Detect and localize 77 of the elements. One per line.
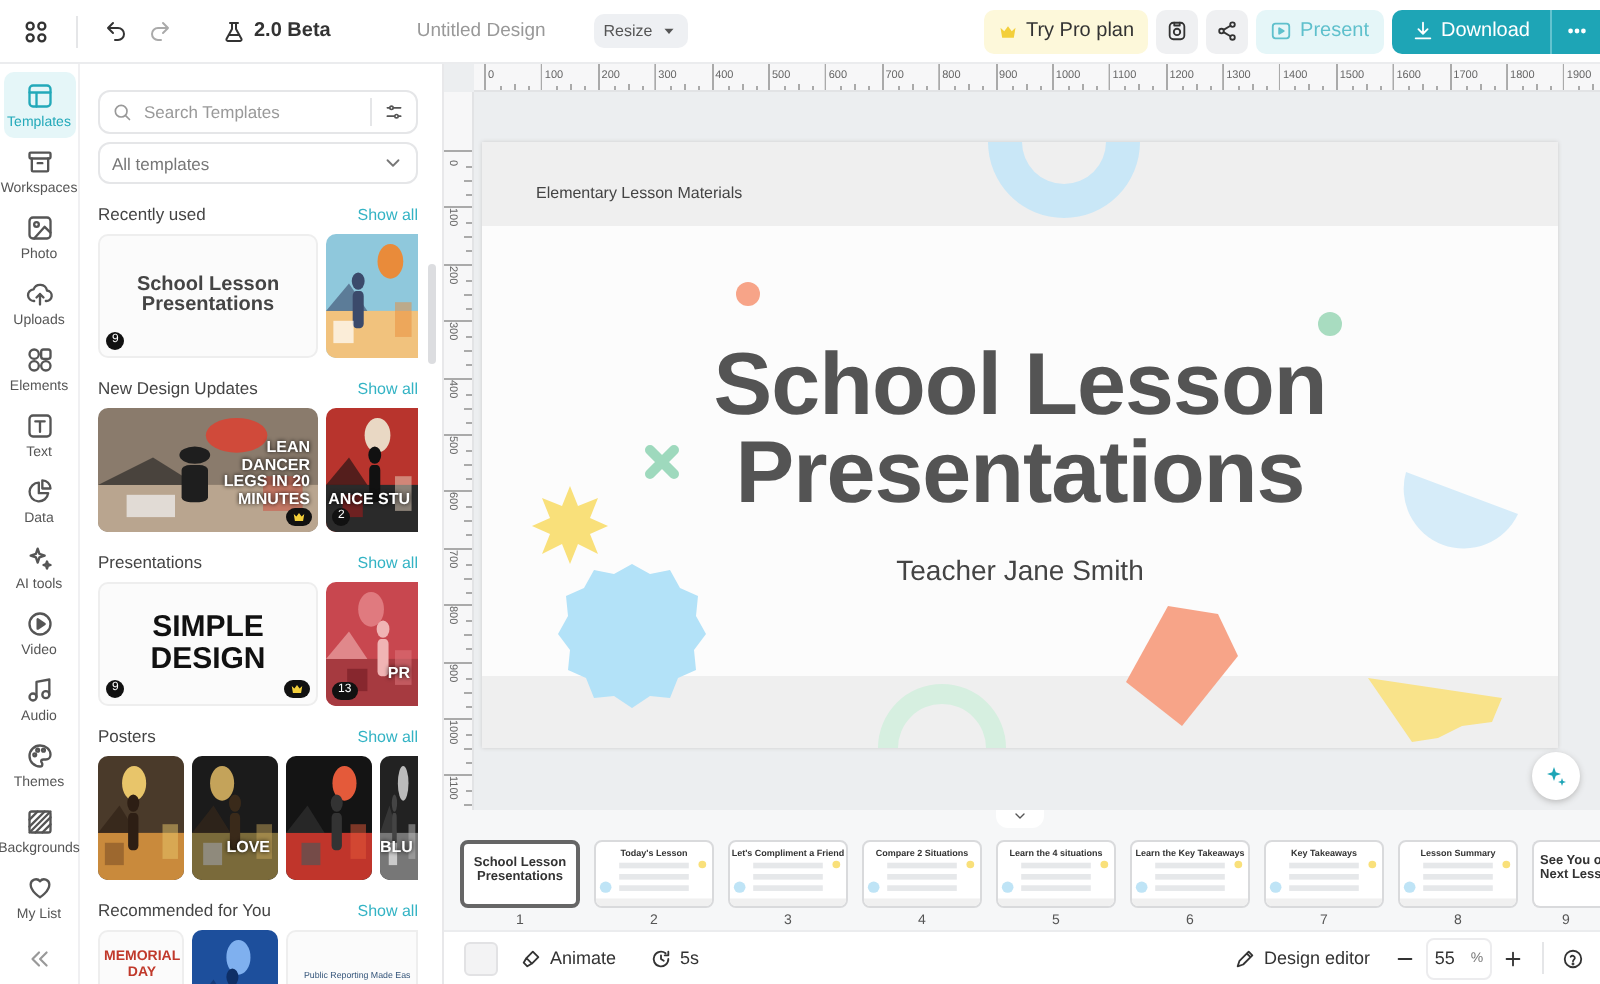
chevron-down-icon [1012, 810, 1028, 824]
background-color-swatch[interactable] [464, 941, 498, 975]
sparkle-icon [25, 543, 53, 571]
dot-drawing [736, 282, 760, 306]
camera-icon [1166, 20, 1189, 42]
cross-drawing [645, 445, 679, 479]
cloud-upload-icon [25, 279, 53, 307]
help-icon [1562, 947, 1584, 969]
pie-chart-icon [25, 477, 53, 505]
undo-icon[interactable] [104, 19, 128, 43]
resize-button[interactable]: Resize [593, 14, 689, 48]
section-title: Presentations [98, 552, 202, 572]
pen-icon [1233, 947, 1256, 969]
thumbnail-title: LEAN DANCER LEGS IN 20 MINUTES [221, 440, 310, 508]
search-icon [112, 102, 132, 122]
slide-canvas[interactable]: Elementary Lesson Materials School Lesson Presentations Teacher Jane Smith [482, 142, 1558, 748]
section-title: New Design Updates [98, 378, 258, 398]
scrollbar-thumb[interactable] [428, 264, 436, 364]
thumbnail-title: PR [387, 665, 410, 682]
triangle-drawing [1368, 678, 1502, 742]
double-chevron-icon [26, 945, 52, 971]
slide-header-text: Elementary Lesson Materials [536, 184, 743, 202]
hatched-square-icon [25, 807, 53, 835]
design-editor-button[interactable]: Design editor [1233, 947, 1370, 969]
timer-icon [650, 947, 673, 969]
search-field[interactable]: Search Templates [144, 102, 358, 122]
download-icon [1411, 20, 1434, 42]
thumbnail-title: SIMPLE DESIGN [148, 612, 268, 676]
template-thumbnail[interactable] [98, 756, 184, 880]
flask-icon [222, 19, 246, 43]
search-box[interactable]: Search Templates [98, 90, 418, 134]
filter-icon[interactable] [384, 102, 404, 122]
section-title: Posters [98, 726, 156, 746]
zoom-in-button[interactable] [1502, 947, 1524, 969]
template-thumbnail[interactable]: LOVE [192, 756, 278, 880]
template-thumbnail[interactable] [326, 234, 418, 358]
pro-plan-button[interactable]: Try Pro plan [983, 9, 1149, 53]
dot-drawing [1318, 312, 1342, 336]
text-icon [25, 411, 53, 439]
apps-grid-icon[interactable] [22, 17, 50, 45]
star-drawing [532, 486, 608, 564]
share-icon [1216, 20, 1239, 42]
help-button[interactable] [1562, 947, 1584, 969]
half-circle-drawing [1403, 472, 1518, 549]
section-title: Recently used [98, 204, 206, 224]
thumbnail-title: School Lesson Presentations [134, 275, 282, 317]
template-thumbnail[interactable] [286, 756, 372, 880]
pentagon-drawing [1126, 606, 1238, 726]
thumbnail-title: LOVE [226, 839, 270, 856]
more-button[interactable] [1550, 9, 1600, 53]
play-icon [1270, 20, 1293, 42]
plus-icon [1502, 947, 1524, 969]
version-button[interactable]: 2.0 Beta [208, 11, 345, 51]
slide-title: School Lesson Presentations [711, 342, 1329, 518]
crown-icon [290, 682, 304, 696]
camera-button[interactable] [1156, 9, 1199, 53]
template-thumbnail[interactable]: LEAN DANCER LEGS IN 20 MINUTES [98, 408, 318, 532]
crown-icon [292, 510, 306, 524]
palette-icon [25, 741, 53, 769]
crown-icon [997, 21, 1018, 41]
animate-button[interactable]: Animate [520, 947, 617, 969]
heart-icon [25, 873, 53, 901]
thumbnail-title: ANCE STU [328, 491, 410, 508]
half-ring-drawing [878, 684, 1006, 748]
duration-button[interactable]: 5s [650, 947, 700, 969]
layout-icon [25, 81, 53, 109]
sparkle-icon [1544, 764, 1568, 788]
shapes-icon [25, 345, 53, 373]
brush-icon [520, 947, 542, 969]
share-button[interactable] [1206, 9, 1249, 53]
archive-box-icon [25, 147, 53, 175]
template-filter-dropdown[interactable]: All templates [98, 142, 418, 184]
music-note-icon [25, 675, 53, 703]
play-icon [25, 609, 53, 637]
slide-subtitle: Teacher Jane Smith [896, 554, 1144, 586]
section-title: Recommended for You [98, 900, 271, 920]
image-icon [25, 213, 53, 241]
